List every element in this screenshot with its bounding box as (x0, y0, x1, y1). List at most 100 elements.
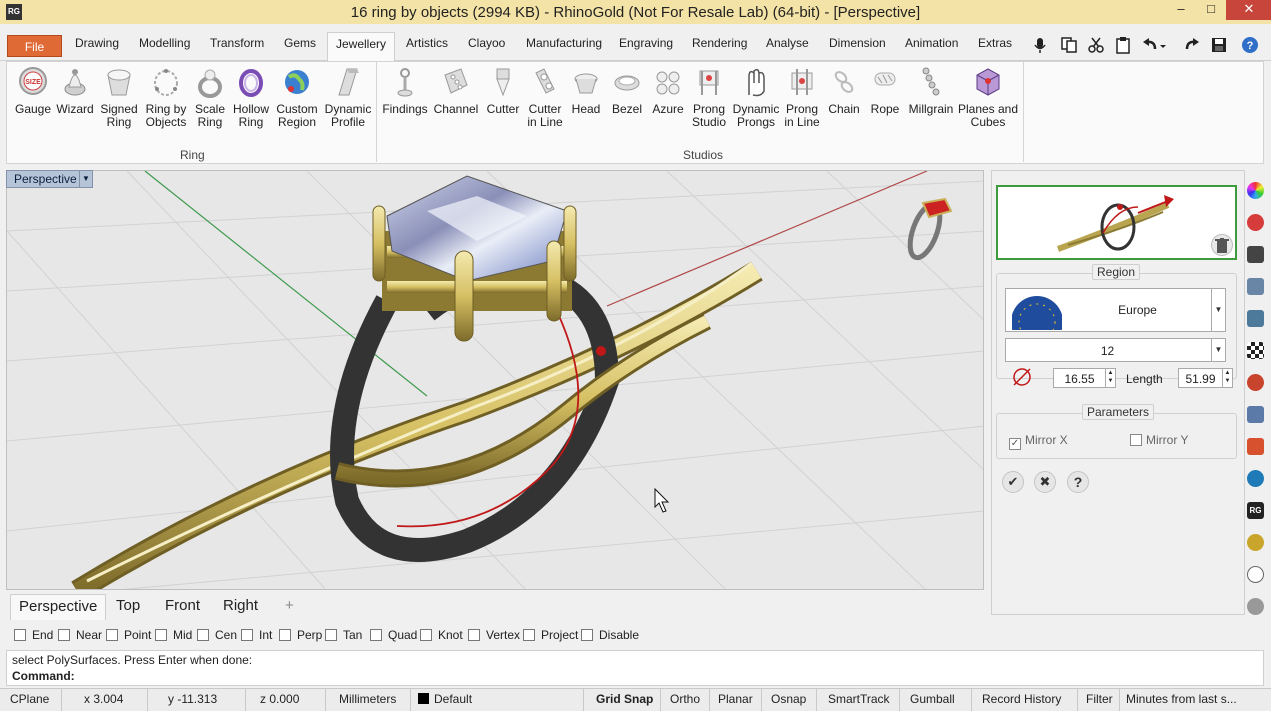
prong-in-line-button[interactable]: Prong in Line (783, 65, 821, 129)
status-record-history[interactable]: Record History (976, 689, 1078, 711)
cutter-in-line-button[interactable]: Cutter in Line (523, 65, 567, 129)
osnap-tan[interactable]: Tan (325, 628, 362, 642)
channel-button[interactable]: Channel (431, 65, 481, 116)
hollow-ring-button[interactable]: Hollow Ring (231, 65, 271, 129)
head-button[interactable]: Head (569, 65, 603, 116)
tab-modelling[interactable]: Modelling (139, 36, 190, 50)
status-units[interactable]: Millimeters (333, 689, 411, 711)
planes-and-cubes-button[interactable]: Planes and Cubes (957, 65, 1019, 129)
osnap-cen[interactable]: Cen (197, 628, 237, 642)
globe-icon[interactable] (1247, 470, 1264, 487)
mirror-x-checkbox[interactable]: ✓ (1009, 438, 1021, 450)
azure-button[interactable]: Azure (649, 65, 687, 116)
rg-icon[interactable]: RG (1247, 502, 1264, 519)
osnap-end[interactable]: End (14, 628, 53, 642)
tab-transform[interactable]: Transform (210, 36, 264, 50)
tab-right[interactable]: Right (215, 594, 266, 620)
osnap-project-checkbox[interactable] (523, 629, 535, 641)
tab-gems[interactable]: Gems (284, 36, 316, 50)
osnap-end-checkbox[interactable] (14, 629, 26, 641)
tab-drawing[interactable]: Drawing (75, 36, 119, 50)
osnap-knot-checkbox[interactable] (420, 629, 432, 641)
cancel-button[interactable]: ✖ (1034, 471, 1056, 493)
command-prompt[interactable]: Command: (12, 669, 75, 683)
chain-button[interactable]: Chain (825, 65, 863, 116)
osnap-disable[interactable]: Disable (581, 628, 639, 642)
mirror-y-option[interactable]: Mirror Y (1130, 433, 1188, 447)
tab-extras[interactable]: Extras (978, 36, 1012, 50)
rope-button[interactable]: Rope (867, 65, 903, 116)
osnap-vertex-checkbox[interactable] (468, 629, 480, 641)
osnap-project[interactable]: Project (523, 628, 578, 642)
millgrain-button[interactable]: Millgrain (907, 65, 955, 116)
prong-studio-button[interactable]: Prong Studio (689, 65, 729, 129)
tab-front[interactable]: Front (157, 594, 208, 620)
osnap-near-checkbox[interactable] (58, 629, 70, 641)
length-spinner-icon[interactable]: ▲ ▼ (1222, 369, 1232, 387)
ring-size-select[interactable]: 12 ▼ (1005, 338, 1226, 362)
trash-icon[interactable] (1211, 234, 1233, 256)
status-planar[interactable]: Planar (712, 689, 762, 711)
status-cplane[interactable]: CPlane (4, 689, 62, 711)
status-ortho[interactable]: Ortho (664, 689, 710, 711)
status-layer[interactable]: Default (412, 689, 584, 711)
close-button[interactable]: ✕ (1226, 0, 1271, 20)
add-viewport-tab-button[interactable]: + (277, 594, 302, 620)
checker-icon[interactable] (1247, 342, 1264, 359)
diameter-spinner-icon[interactable]: ▲ ▼ (1105, 369, 1115, 387)
viewport-label[interactable]: Perspective ▼ (6, 170, 93, 188)
layer-icon[interactable] (1247, 278, 1264, 295)
minimize-button[interactable]: – (1166, 0, 1196, 20)
save-icon[interactable] (1210, 36, 1228, 54)
help-icon[interactable]: ? (1241, 36, 1259, 54)
perspective-viewport[interactable] (6, 170, 984, 590)
region-select[interactable]: Europe ▼ (1005, 288, 1226, 332)
paste-icon[interactable] (1114, 36, 1132, 54)
ring-3d-scene[interactable] (7, 171, 984, 590)
settings-icon[interactable] (1247, 598, 1264, 615)
status-filter[interactable]: Filter (1080, 689, 1120, 711)
dynamic-profile-button[interactable]: Dynamic Profile (323, 65, 373, 129)
osnap-perp[interactable]: Perp (279, 628, 322, 642)
signed-ring-button[interactable]: Signed Ring (97, 65, 141, 129)
osnap-tan-checkbox[interactable] (325, 629, 337, 641)
paint-icon[interactable] (1247, 438, 1264, 455)
bezel-button[interactable]: Bezel (609, 65, 645, 116)
findings-button[interactable]: Findings (381, 65, 429, 116)
tab-engraving[interactable]: Engraving (619, 36, 673, 50)
edit-icon[interactable] (1247, 406, 1264, 423)
wizard-button[interactable]: Wizard (55, 65, 95, 116)
scale-ring-button[interactable]: Scale Ring (191, 65, 229, 129)
osnap-cen-checkbox[interactable] (197, 629, 209, 641)
tab-rendering[interactable]: Rendering (692, 36, 747, 50)
osnap-quad[interactable]: Quad (370, 628, 417, 642)
custom-region-button[interactable]: Custom Region (273, 65, 321, 129)
osnap-int[interactable]: Int (241, 628, 272, 642)
osnap-point[interactable]: Point (106, 628, 151, 642)
tab-top[interactable]: Top (108, 594, 148, 620)
osnap-mid-checkbox[interactable] (155, 629, 167, 641)
status-osnap[interactable]: Osnap (765, 689, 817, 711)
curve-control-point[interactable] (596, 346, 606, 356)
status-gumball[interactable]: Gumball (904, 689, 972, 711)
gauge-button[interactable]: SIZE Gauge (11, 65, 55, 116)
osnap-near[interactable]: Near (58, 628, 102, 642)
render-icon[interactable] (1247, 214, 1264, 231)
osnap-knot[interactable]: Knot (420, 628, 463, 642)
properties-icon[interactable] (1247, 310, 1264, 327)
clock-icon[interactable] (1247, 566, 1264, 583)
status-grid-snap[interactable]: Grid Snap (590, 689, 661, 711)
ring-icon[interactable] (1247, 534, 1264, 551)
tab-manufacturing[interactable]: Manufacturing (526, 36, 602, 50)
tab-perspective[interactable]: Perspective (10, 594, 107, 620)
tab-artistics[interactable]: Artistics (406, 36, 448, 50)
display-icon[interactable] (1247, 246, 1264, 263)
mirror-y-checkbox[interactable] (1130, 434, 1142, 446)
osnap-point-checkbox[interactable] (106, 629, 118, 641)
osnap-vertex[interactable]: Vertex (468, 628, 520, 642)
status-smarttrack[interactable]: SmartTrack (822, 689, 900, 711)
ring-by-objects-button[interactable]: Ring by Objects (143, 65, 189, 129)
bug-icon[interactable] (1247, 374, 1264, 391)
mirror-x-option[interactable]: ✓ Mirror X (1009, 433, 1068, 450)
tab-analyse[interactable]: Analyse (766, 36, 809, 50)
